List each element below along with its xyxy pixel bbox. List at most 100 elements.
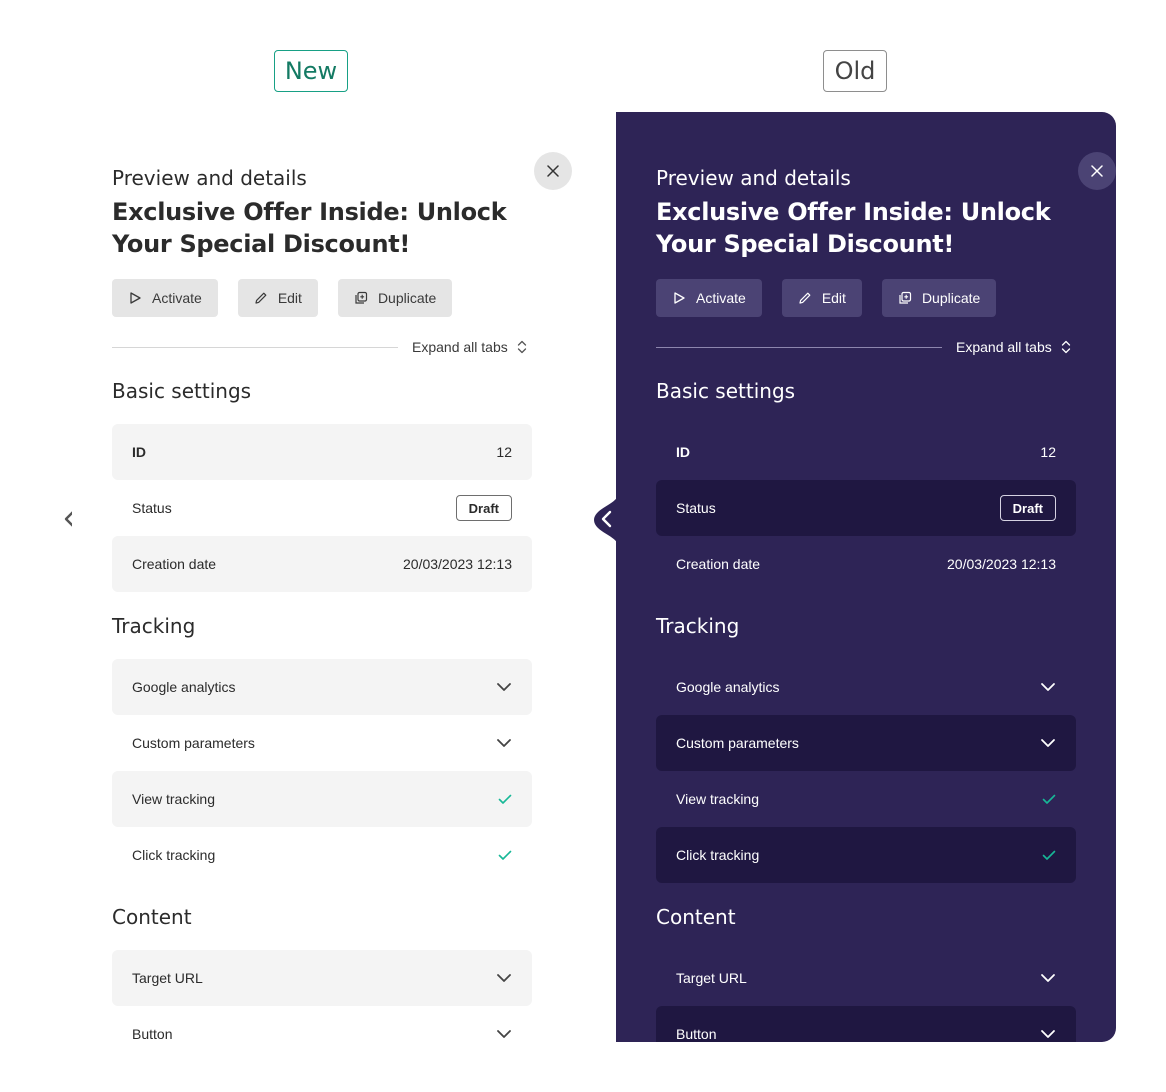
version-tag-old: Old xyxy=(823,50,887,92)
edit-button[interactable]: Edit xyxy=(237,279,318,317)
chevron-down-icon xyxy=(1041,974,1055,982)
row-label: View tracking xyxy=(676,791,760,807)
row-label: Custom parameters xyxy=(132,735,255,751)
activate-button[interactable]: Activate xyxy=(112,279,218,317)
row-creation-date: Creation date 20/03/2023 12:13 xyxy=(112,536,532,592)
status-badge: Draft xyxy=(999,495,1056,521)
content-list: Target URL Button xyxy=(112,950,532,1042)
row-label: Creation date xyxy=(132,556,217,572)
section-heading-tracking: Tracking xyxy=(112,614,196,638)
row-click-tracking: Click tracking xyxy=(656,827,1076,883)
chevron-down-icon xyxy=(497,739,511,747)
row-value: 20/03/2023 12:13 xyxy=(403,556,512,572)
close-icon xyxy=(547,165,559,177)
sort-icon xyxy=(517,340,526,354)
panel-eyebrow: Preview and details xyxy=(112,166,307,190)
row-value: 12 xyxy=(1040,444,1056,460)
row-label: Target URL xyxy=(132,970,203,986)
check-icon xyxy=(498,794,512,804)
panel-eyebrow: Preview and details xyxy=(656,166,851,190)
section-heading-basic-settings: Basic settings xyxy=(656,379,796,403)
row-label: Status xyxy=(132,500,172,516)
row-label: Custom parameters xyxy=(676,735,799,751)
accordion-target-url[interactable]: Target URL xyxy=(112,950,532,1006)
accordion-custom-parameters[interactable]: Custom parameters xyxy=(656,715,1076,771)
row-label: Click tracking xyxy=(132,847,216,863)
chevron-down-icon xyxy=(1041,739,1055,747)
accordion-button[interactable]: Button xyxy=(656,1006,1076,1042)
version-tag-new: New xyxy=(274,50,348,92)
close-icon xyxy=(1091,165,1103,177)
check-icon xyxy=(1042,850,1056,860)
activate-button[interactable]: Activate xyxy=(656,279,762,317)
row-label: Google analytics xyxy=(132,679,236,695)
accordion-custom-parameters[interactable]: Custom parameters xyxy=(112,715,532,771)
row-label: Google analytics xyxy=(676,679,780,695)
row-value: 20/03/2023 12:13 xyxy=(947,556,1056,572)
section-heading-content: Content xyxy=(656,905,736,929)
row-label: Button xyxy=(132,1026,173,1042)
sort-icon xyxy=(1061,340,1070,354)
row-status: Status Draft xyxy=(112,480,532,536)
check-icon xyxy=(1042,794,1056,804)
check-icon xyxy=(498,850,512,860)
duplicate-button[interactable]: Duplicate xyxy=(337,279,453,317)
accordion-google-analytics[interactable]: Google analytics xyxy=(112,659,532,715)
row-label: Status xyxy=(676,500,716,516)
action-bar: Activate Edit Duplicate xyxy=(112,279,453,317)
expand-all-row: Expand all tabs xyxy=(656,336,1076,358)
page-title: Exclusive Offer Inside: Unlock Your Spec… xyxy=(656,198,1051,258)
details-panel-old: Preview and details Exclusive Offer Insi… xyxy=(616,112,1116,1042)
chevron-left-icon xyxy=(594,494,618,546)
expand-all-row: Expand all tabs xyxy=(112,336,532,358)
duplicate-label: Duplicate xyxy=(921,290,981,306)
accordion-google-analytics[interactable]: Google analytics xyxy=(656,659,1076,715)
duplicate-button[interactable]: Duplicate xyxy=(881,279,997,317)
play-icon xyxy=(130,292,141,304)
row-id: ID 12 xyxy=(656,424,1076,480)
pencil-icon xyxy=(799,292,811,304)
duplicate-icon xyxy=(899,291,912,304)
play-icon xyxy=(674,292,685,304)
expand-all-tabs-button[interactable]: Expand all tabs xyxy=(956,339,1052,355)
row-click-tracking: Click tracking xyxy=(112,827,532,883)
row-value: 12 xyxy=(496,444,512,460)
content-list: Target URL Button xyxy=(656,950,1076,1042)
divider xyxy=(656,346,942,348)
edit-label: Edit xyxy=(821,290,846,306)
section-heading-basic-settings: Basic settings xyxy=(112,379,252,403)
row-label: Click tracking xyxy=(676,847,760,863)
close-button[interactable] xyxy=(1078,152,1116,190)
tracking-list: Google analytics Custom parameters View … xyxy=(656,659,1076,883)
row-label: ID xyxy=(132,444,146,460)
activate-label: Activate xyxy=(152,290,202,306)
chevron-down-icon xyxy=(1041,1030,1055,1038)
tracking-list: Google analytics Custom parameters View … xyxy=(112,659,532,883)
row-label: Target URL xyxy=(676,970,747,986)
section-heading-tracking: Tracking xyxy=(656,614,740,638)
row-id: ID 12 xyxy=(112,424,532,480)
divider xyxy=(112,346,398,348)
collapse-panel-tab[interactable] xyxy=(594,494,618,546)
action-bar: Activate Edit Duplicate xyxy=(656,279,997,317)
row-label: Creation date xyxy=(676,556,761,572)
accordion-target-url[interactable]: Target URL xyxy=(656,950,1076,1006)
basic-settings-list: ID 12 Status Draft Creation date 20/03/2… xyxy=(112,424,532,592)
chevron-down-icon xyxy=(1041,683,1055,691)
basic-settings-list: ID 12 Status Draft Creation date 20/03/2… xyxy=(656,424,1076,592)
expand-all-tabs-button[interactable]: Expand all tabs xyxy=(412,339,508,355)
status-badge: Draft xyxy=(455,495,512,521)
row-label: View tracking xyxy=(132,791,216,807)
accordion-button[interactable]: Button xyxy=(112,1006,532,1042)
row-view-tracking: View tracking xyxy=(112,771,532,827)
page-title: Exclusive Offer Inside: Unlock Your Spec… xyxy=(112,198,507,258)
close-button[interactable] xyxy=(534,152,572,190)
row-label: Button xyxy=(676,1026,717,1042)
chevron-down-icon xyxy=(497,974,511,982)
duplicate-label: Duplicate xyxy=(377,290,437,306)
duplicate-icon xyxy=(355,291,368,304)
row-label: ID xyxy=(676,444,690,460)
chevron-down-icon xyxy=(497,1030,511,1038)
edit-button[interactable]: Edit xyxy=(781,279,862,317)
details-panel-new: Preview and details Exclusive Offer Insi… xyxy=(72,112,572,1042)
